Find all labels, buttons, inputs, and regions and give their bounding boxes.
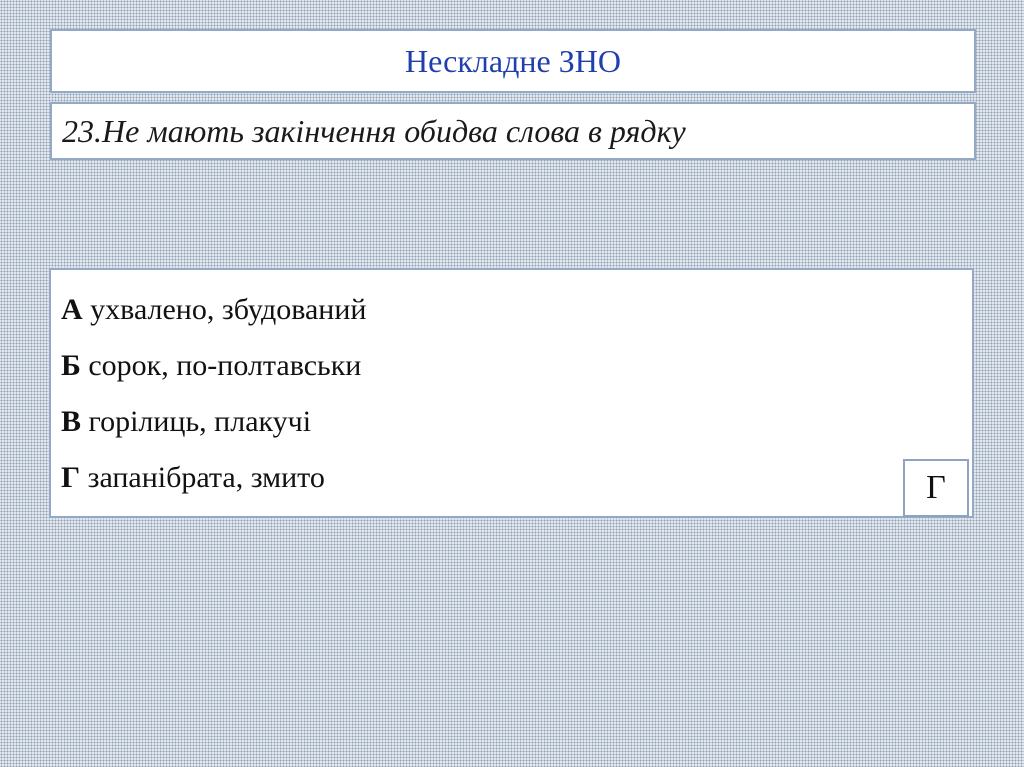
option-letter: Г: [61, 461, 81, 494]
option-b: Б сорок, по-полтавськи: [61, 338, 972, 394]
option-a: А ухвалено, збудований: [61, 282, 972, 338]
option-c: В горілиць, плакучі: [61, 394, 972, 450]
answer-letter: Г: [926, 469, 946, 506]
option-text: сорок, по-полтавськи: [80, 349, 362, 382]
option-letter: А: [61, 293, 83, 326]
option-text: горілиць, плакучі: [81, 405, 312, 438]
option-text: запанібрата, змито: [80, 461, 325, 494]
option-text: ухвалено, збудований: [82, 293, 367, 326]
option-d: Г запанібрата, змито: [61, 450, 972, 506]
option-letter: Б: [61, 349, 81, 382]
option-letter: В: [61, 405, 82, 438]
options-box: А ухвалено, збудований Б сорок, по-полта…: [49, 268, 974, 518]
page-title: Нескладне ЗНО: [405, 43, 621, 79]
title-box: Нескладне ЗНО: [50, 29, 976, 93]
question-text: 23.Не мають закінчення обидва слова в ря…: [62, 113, 686, 149]
answer-box: Г: [903, 459, 969, 517]
question-box: 23.Не мають закінчення обидва слова в ря…: [50, 102, 976, 160]
